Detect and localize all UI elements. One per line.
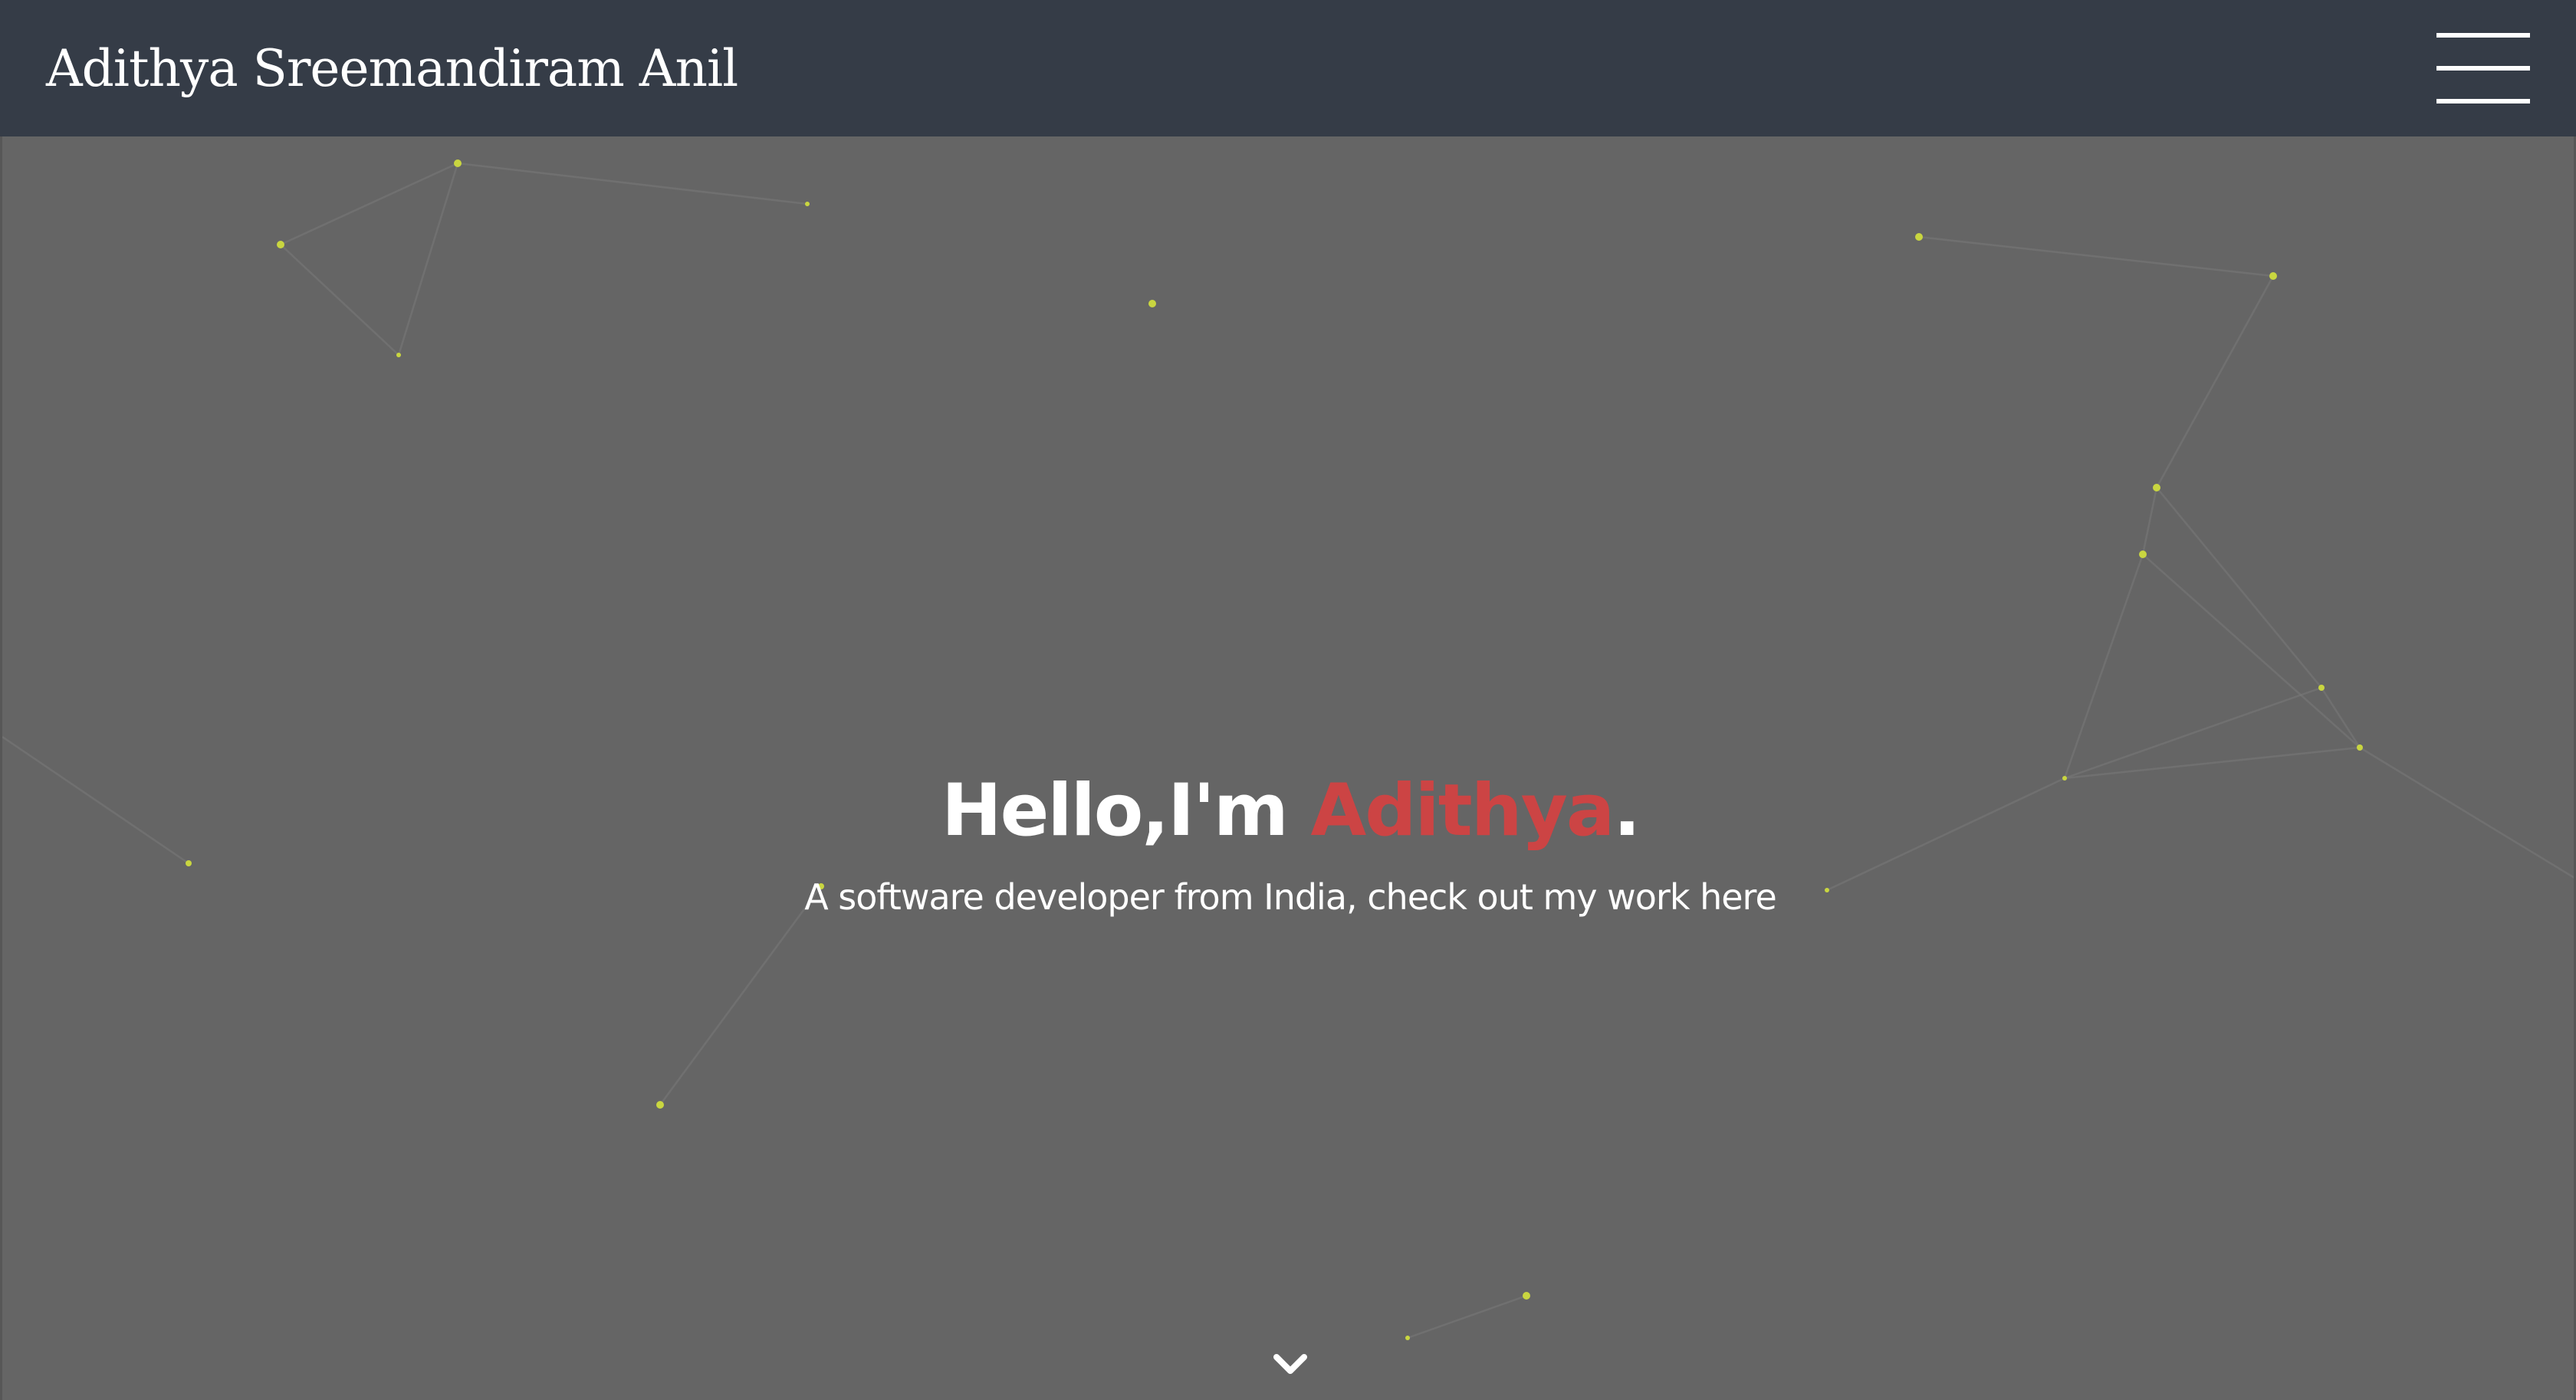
hero-subtitle: A software developer from India, check o… bbox=[804, 876, 1777, 919]
greeting-prefix: Hello,I'm bbox=[941, 769, 1311, 853]
greeting-heading: Hello,I'm Adithya. bbox=[2, 769, 2574, 853]
navbar: Adithya Sreemandiram Anil bbox=[0, 0, 2576, 136]
greeting-suffix: . bbox=[1613, 769, 1641, 853]
menu-line bbox=[2436, 99, 2530, 104]
chevron-down-icon[interactable] bbox=[1272, 1351, 1309, 1379]
particles-background bbox=[2, 159, 2574, 1340]
hero-content: Hello,I'm Adithya. A software developer … bbox=[2, 769, 2574, 919]
greeting-name: Adithya bbox=[1310, 769, 1615, 853]
site-title[interactable]: Adithya Sreemandiram Anil bbox=[46, 39, 738, 98]
particle-links bbox=[2, 162, 2574, 1339]
particle-nodes bbox=[186, 159, 2363, 1340]
menu-line bbox=[2436, 33, 2530, 38]
hamburger-menu-icon[interactable] bbox=[2436, 33, 2530, 104]
menu-line bbox=[2436, 66, 2530, 71]
hero-section: Hello,I'm Adithya. A software developer … bbox=[0, 136, 2576, 1400]
